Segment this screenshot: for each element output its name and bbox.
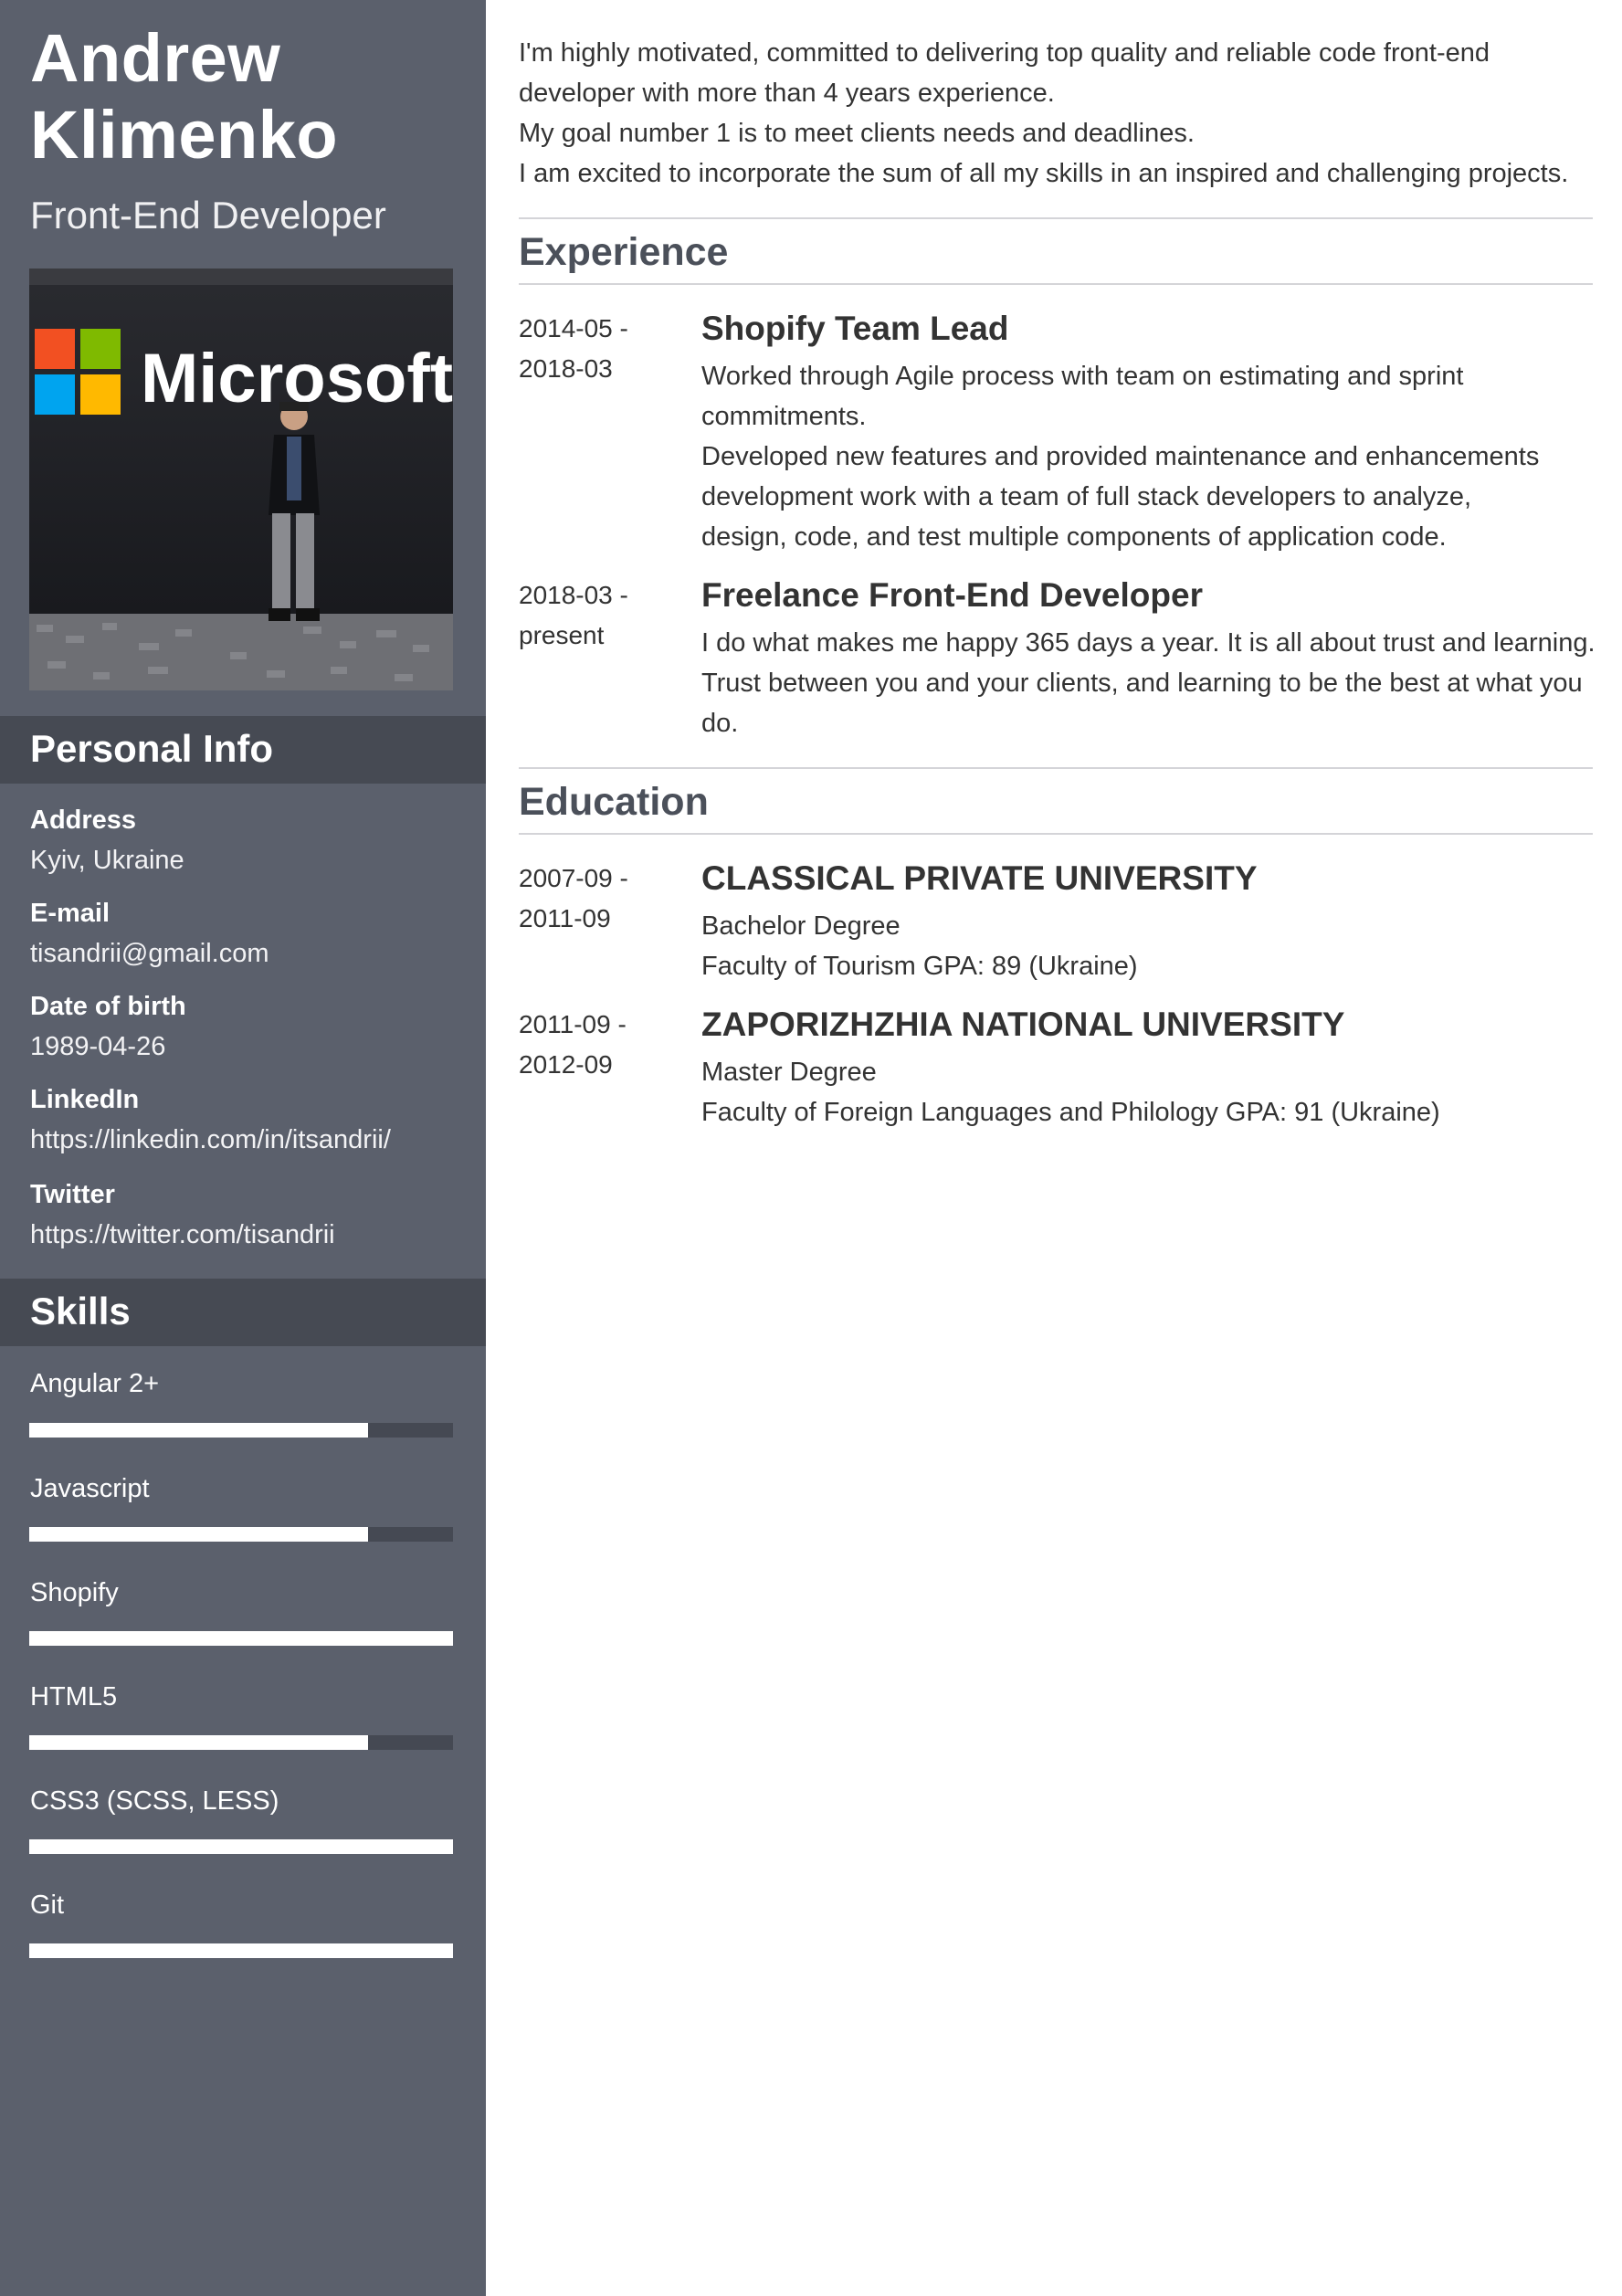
job-title: Front-End Developer	[30, 194, 386, 237]
name-last: Klimenko	[30, 97, 339, 173]
info-value-email[interactable]: tisandrii@gmail.com	[30, 937, 269, 970]
description-line: Developed new features and provided main…	[701, 442, 1540, 471]
divider	[519, 283, 1593, 285]
skill-bar	[29, 1631, 453, 1646]
experience-description: I do what makes me happy 365 days a year…	[701, 623, 1596, 743]
skill-label: Angular 2+	[30, 1369, 160, 1398]
summary-line: I'm highly motivated, committed to deliv…	[519, 38, 1490, 68]
summary: I'm highly motivated, committed to deliv…	[519, 33, 1593, 194]
education-faculty: Faculty of Tourism GPA: 89 (Ukraine)	[701, 952, 1138, 981]
skill-label: CSS3 (SCSS, LESS)	[30, 1786, 279, 1816]
summary-line: My goal number 1 is to meet clients need…	[519, 119, 1195, 148]
skill-bar	[29, 1735, 453, 1750]
date-end: present	[519, 621, 605, 649]
experience-date: 2014-05 - 2018-03	[519, 309, 692, 389]
skill-label: Shopify	[30, 1578, 119, 1607]
sidebar: Andrew Klimenko Front-End Developer Micr…	[0, 0, 486, 2296]
description-line: design, code, and test multiple componen…	[701, 522, 1447, 552]
skill-label: HTML5	[30, 1682, 118, 1711]
info-value-address: Kyiv, Ukraine	[30, 846, 184, 875]
experience-description: Worked through Agile process with team o…	[701, 356, 1569, 557]
skill-label: Javascript	[30, 1474, 150, 1503]
skill-bar-fill	[29, 1839, 453, 1854]
skill-bar-fill	[29, 1631, 453, 1646]
experience-title: Shopify Team Lead	[701, 310, 1009, 347]
description-line: development work with a team of full sta…	[701, 482, 1472, 511]
date-end: 2011-09	[519, 904, 611, 932]
description-line: Trust between you and your clients, and …	[701, 669, 1583, 698]
skill-bar-fill	[29, 1527, 369, 1542]
education-date: 2011-09 - 2012-09	[519, 1005, 692, 1085]
education-faculty: Faculty of Foreign Languages and Philolo…	[701, 1098, 1440, 1127]
info-label-email: E-mail	[30, 899, 111, 928]
education-degree: Bachelor Degree	[701, 911, 901, 941]
date-end: 2018-03	[519, 354, 613, 383]
description-line: Worked through Agile process with team o…	[701, 362, 1464, 391]
info-label-address: Address	[30, 806, 137, 835]
description-line: I do what makes me happy 365 days a year…	[701, 628, 1596, 658]
skill-bar-fill	[29, 1735, 369, 1750]
date-start: 2018-03 -	[519, 581, 628, 609]
divider	[519, 767, 1593, 769]
skill-bar	[29, 1527, 453, 1542]
candidate-name: Andrew Klimenko	[30, 20, 469, 174]
info-value-twitter[interactable]: https://twitter.com/tisandrii	[30, 1218, 335, 1251]
description-line: do.	[701, 709, 739, 738]
summary-line: developer with more than 4 years experie…	[519, 79, 1055, 108]
divider	[519, 217, 1593, 219]
profile-photo: Microsoft	[29, 269, 453, 690]
skill-bar	[29, 1839, 453, 1854]
skill-bar-fill	[29, 1943, 453, 1958]
profile-photo-illustration: Microsoft	[29, 269, 453, 690]
education-date: 2007-09 - 2011-09	[519, 858, 692, 939]
skills-header: Skills	[0, 1279, 486, 1346]
education-details: Master Degree Faculty of Foreign Languag…	[701, 1052, 1569, 1132]
education-heading: Education	[519, 780, 709, 824]
date-start: 2014-05 -	[519, 314, 628, 342]
skill-label: Git	[30, 1891, 65, 1920]
personal-info-header: Personal Info	[0, 716, 486, 784]
date-end: 2012-09	[519, 1050, 613, 1079]
skill-bar	[29, 1423, 453, 1438]
divider	[519, 833, 1593, 835]
experience-heading: Experience	[519, 230, 729, 274]
info-value-linkedin[interactable]: https://linkedin.com/in/itsandrii/	[30, 1123, 391, 1156]
skills-heading: Skills	[30, 1290, 131, 1332]
experience-date: 2018-03 - present	[519, 575, 692, 656]
education-institution: CLASSICAL PRIVATE UNIVERSITY	[701, 859, 1258, 897]
info-label-linkedin: LinkedIn	[30, 1085, 140, 1114]
description-line: commitments.	[701, 402, 867, 431]
skill-bar	[29, 1943, 453, 1958]
info-label-twitter: Twitter	[30, 1180, 115, 1209]
info-label-dob: Date of birth	[30, 992, 186, 1021]
name-first: Andrew	[30, 20, 281, 96]
info-value-dob: 1989-04-26	[30, 1032, 166, 1061]
education-details: Bachelor Degree Faculty of Tourism GPA: …	[701, 906, 1569, 986]
education-degree: Master Degree	[701, 1058, 877, 1087]
date-start: 2011-09 -	[519, 1010, 627, 1038]
date-start: 2007-09 -	[519, 864, 628, 892]
summary-line: I am excited to incorporate the sum of a…	[519, 159, 1569, 188]
skill-bar-fill	[29, 1423, 369, 1438]
experience-title: Freelance Front-End Developer	[701, 576, 1203, 614]
education-institution: ZAPORIZHZHIA NATIONAL UNIVERSITY	[701, 1006, 1345, 1043]
personal-info-heading: Personal Info	[30, 727, 274, 770]
